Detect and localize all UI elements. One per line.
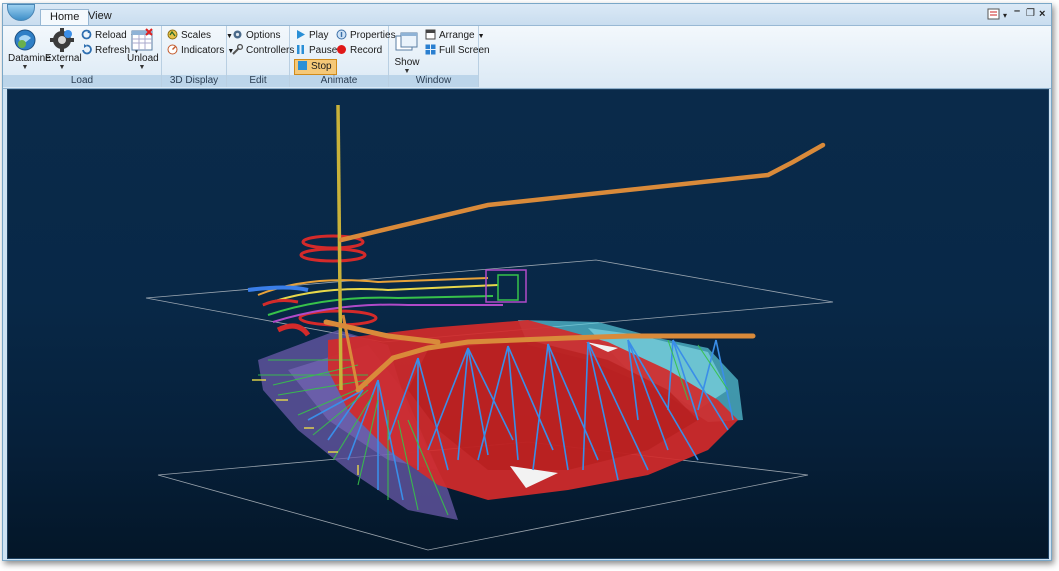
dropdown-arrow-icon: ▼ (477, 33, 485, 40)
arrange-icon (425, 29, 436, 40)
minimize-icon[interactable]: – (1014, 5, 1020, 17)
group-animate: Play Properties Pause Record Stop Animat… (290, 26, 396, 87)
arrange-button[interactable]: Arrange ▼ (425, 29, 485, 43)
group-3d-display: Scales ▼ Indicators ▼ 3D Display (162, 26, 234, 87)
reload-label: Reload (95, 30, 127, 41)
datamine-icon (13, 28, 37, 52)
record-icon (336, 44, 347, 55)
refresh-icon (81, 44, 92, 55)
dropdown-icon[interactable]: ▾ (1003, 11, 1007, 20)
unload-label: Unload (127, 53, 159, 64)
options-label: Options (246, 30, 281, 41)
external-label: External (45, 53, 82, 64)
group-label-edit: Edit (227, 75, 289, 87)
wrench-icon (232, 43, 244, 55)
indicators-button[interactable]: Indicators ▼ (167, 44, 234, 58)
refresh-label: Refresh (95, 45, 131, 56)
tab-view[interactable]: View (79, 9, 121, 25)
group-label-load: Load (3, 75, 161, 87)
record-label: Record (350, 45, 383, 56)
close-icon[interactable]: × (1039, 8, 1045, 20)
play-icon (295, 29, 306, 40)
gear-icon (50, 28, 74, 52)
stop-icon (297, 60, 308, 71)
settings-gear-icon (232, 29, 243, 40)
record-button[interactable]: Record (336, 44, 382, 58)
datamine-label: Datamine (8, 53, 51, 64)
ribbon-tab-bar: Home View ▾ – ❐ × (3, 4, 1051, 26)
3d-viewport[interactable] (7, 89, 1049, 559)
mine-3d-scene (145, 104, 834, 551)
group-label-3d-display: 3D Display (162, 75, 226, 87)
show-label: Show (394, 57, 420, 68)
pause-label: Pause (309, 45, 338, 56)
group-edit: Options Controllers Edit (227, 26, 294, 87)
ribbon: Datamine ▼ External ▼ Reload ▼ Refresh ▼ (3, 25, 1051, 89)
stop-button[interactable]: Stop (294, 59, 337, 75)
play-button[interactable]: Play (295, 29, 328, 43)
unload-button[interactable]: Unload ▼ (127, 28, 159, 71)
pause-button[interactable]: Pause (295, 44, 337, 58)
controllers-button[interactable]: Controllers (232, 43, 295, 58)
reload-icon (81, 29, 92, 40)
controllers-label: Controllers (246, 45, 295, 56)
chevron-down-icon: ▼ (21, 64, 29, 71)
full-screen-label: Full Screen (439, 45, 490, 56)
scales-icon (167, 29, 178, 40)
restore-icon[interactable]: ❐ (1026, 8, 1035, 19)
stop-label: Stop (311, 61, 332, 72)
indicators-label: Indicators (181, 45, 225, 56)
chevron-down-icon: ▼ (58, 64, 66, 71)
arrange-label: Arrange (439, 30, 475, 41)
group-window: Show ▼ Arrange ▼ Full Screen Window (389, 26, 490, 87)
table-unload-icon (130, 28, 154, 52)
indicators-icon (167, 44, 178, 55)
menu-icon[interactable] (987, 8, 1001, 23)
full-screen-icon (425, 44, 436, 55)
group-load: Datamine ▼ External ▼ Reload ▼ Refresh ▼ (3, 26, 162, 87)
scales-label: Scales (181, 30, 212, 41)
decline-ramp (247, 234, 527, 337)
group-label-animate: Animate (290, 75, 388, 87)
upper-access-drive (338, 142, 826, 243)
group-label-window: Window (389, 75, 478, 87)
play-label: Play (309, 30, 329, 41)
external-button[interactable]: External ▼ (45, 28, 82, 71)
chevron-down-icon: ▼ (403, 68, 411, 75)
app-menu-icon[interactable] (7, 4, 35, 21)
app-window: Home View ▾ – ❐ × Datamine ▼ External ▼ … (2, 3, 1052, 561)
show-button[interactable]: Show ▼ (393, 32, 421, 75)
scales-button[interactable]: Scales ▼ (167, 29, 233, 43)
properties-button[interactable]: Properties (336, 29, 396, 43)
full-screen-button[interactable]: Full Screen (425, 44, 490, 58)
pause-icon (295, 44, 306, 55)
windows-icon (395, 32, 419, 56)
properties-icon (336, 29, 347, 40)
datamine-button[interactable]: Datamine ▼ (8, 28, 51, 71)
chevron-down-icon: ▼ (138, 64, 146, 71)
options-button[interactable]: Options (232, 29, 280, 43)
